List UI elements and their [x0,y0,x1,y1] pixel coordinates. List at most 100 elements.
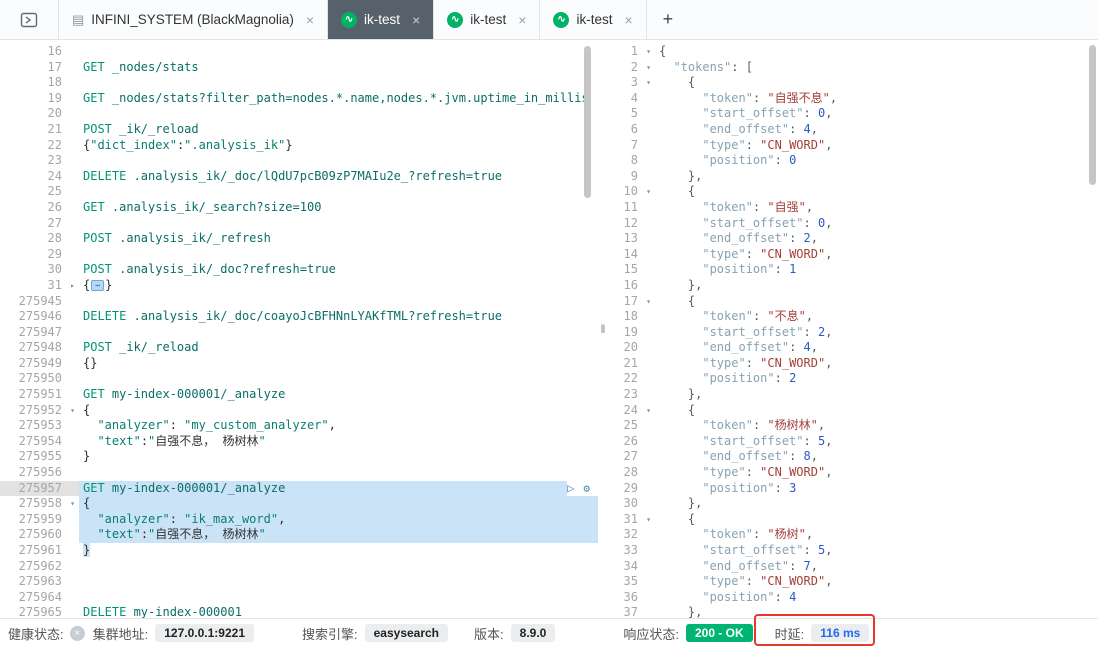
response-code-line[interactable]: 2▾ "tokens": [ [608,60,1098,76]
response-code-line[interactable]: 30 }, [608,496,1098,512]
response-code-line[interactable]: 3▾ { [608,75,1098,91]
fold-toggle-icon[interactable]: ▾ [642,60,655,76]
collapsed-block-icon[interactable]: ⋯ [91,280,104,291]
request-tools-icon[interactable]: ⚙ [583,481,590,497]
request-code-line[interactable]: 31▸{⋯} [0,278,598,294]
fold-toggle-icon[interactable]: ▾ [66,496,79,512]
response-code-line[interactable]: 37 }, [608,605,1098,618]
response-code-line[interactable]: 10▾ { [608,184,1098,200]
tab-ik-test-1[interactable]: ∿ ik-test × [328,0,434,39]
request-code-line[interactable]: 275945 [0,294,598,310]
request-code-line[interactable]: 29 [0,247,598,263]
request-code-line[interactable]: 19GET _nodes/stats?filter_path=nodes.*.n… [0,91,598,107]
request-editor[interactable]: 1617GET _nodes/stats1819GET _nodes/stats… [0,40,598,618]
response-code-line[interactable]: 20 "end_offset": 4, [608,340,1098,356]
response-code-line[interactable]: 25 "token": "杨树林", [608,418,1098,434]
panel-resize-handle[interactable]: ‖ [598,40,608,618]
fold-toggle-icon[interactable]: ▾ [66,403,79,419]
response-code-line[interactable]: 21 "type": "CN_WORD", [608,356,1098,372]
response-code-line[interactable]: 32 "token": "杨树", [608,527,1098,543]
panel-toggle-icon[interactable] [0,0,58,39]
fold-toggle-icon[interactable]: ▸ [66,278,79,294]
close-icon[interactable]: × [624,12,632,28]
response-code-line[interactable]: 14 "type": "CN_WORD", [608,247,1098,263]
request-code-line[interactable]: 275957GET my-index-000001/_analyze▷⚙ [0,481,598,497]
editor-scrollbar[interactable] [584,46,591,198]
request-code-line[interactable]: 275964 [0,590,598,606]
request-code-line[interactable]: 275961} [0,543,598,559]
request-code-line[interactable]: 26GET .analysis_ik/_search?size=100 [0,200,598,216]
close-icon[interactable]: × [412,12,420,28]
tab-ik-test-2[interactable]: ∿ ik-test × [434,0,540,39]
response-scrollbar[interactable] [1089,45,1096,185]
response-code-line[interactable]: 35 "type": "CN_WORD", [608,574,1098,590]
request-code-line[interactable]: 20 [0,106,598,122]
response-code-line[interactable]: 33 "start_offset": 5, [608,543,1098,559]
response-code-line[interactable]: 17▾ { [608,294,1098,310]
request-code-line[interactable]: 275963 [0,574,598,590]
response-code-line[interactable]: 36 "position": 4 [608,590,1098,606]
fold-toggle-icon[interactable]: ▾ [642,44,655,60]
response-code-line[interactable]: 29 "position": 3 [608,481,1098,497]
request-code-line[interactable]: 275953 "analyzer": "my_custom_analyzer", [0,418,598,434]
request-code-line[interactable]: 25 [0,184,598,200]
request-code-line[interactable]: 275951GET my-index-000001/_analyze [0,387,598,403]
new-tab-button[interactable]: + [647,0,690,39]
request-code-line[interactable]: 275955} [0,449,598,465]
request-code-line[interactable]: 275952▾{ [0,403,598,419]
fold-toggle-icon[interactable]: ▾ [642,184,655,200]
response-panel[interactable]: 1▾{2▾ "tokens": [3▾ {4 "token": "自强不息",5… [608,40,1098,618]
request-code-line[interactable]: 28POST .analysis_ik/_refresh [0,231,598,247]
request-code-line[interactable]: 23 [0,153,598,169]
response-code-line[interactable]: 34 "end_offset": 7, [608,559,1098,575]
response-code-line[interactable]: 11 "token": "自强", [608,200,1098,216]
request-code-line[interactable]: 21POST _ik/_reload [0,122,598,138]
request-code-line[interactable]: 275946DELETE .analysis_ik/_doc/coayoJcBF… [0,309,598,325]
request-code-line[interactable]: 275948POST _ik/_reload [0,340,598,356]
response-code-line[interactable]: 28 "type": "CN_WORD", [608,465,1098,481]
response-code-line[interactable]: 31▾ { [608,512,1098,528]
response-code-line[interactable]: 8 "position": 0 [608,153,1098,169]
response-code-line[interactable]: 18 "token": "不息", [608,309,1098,325]
fold-toggle-icon[interactable]: ▾ [642,294,655,310]
request-code-line[interactable]: 275950 [0,371,598,387]
request-code-line[interactable]: 18 [0,75,598,91]
request-code-line[interactable]: 275959 "analyzer": "ik_max_word", [0,512,598,528]
response-code-line[interactable]: 26 "start_offset": 5, [608,434,1098,450]
request-code-line[interactable]: 16 [0,44,598,60]
response-code-line[interactable]: 19 "start_offset": 2, [608,325,1098,341]
response-code-line[interactable]: 4 "token": "自强不息", [608,91,1098,107]
request-code-line[interactable]: 17GET _nodes/stats [0,60,598,76]
response-code-line[interactable]: 13 "end_offset": 2, [608,231,1098,247]
request-code-line[interactable]: 275962 [0,559,598,575]
request-code-line[interactable]: 27 [0,216,598,232]
tab-infini-system[interactable]: ▤ INFINI_SYSTEM (BlackMagnolia) × [58,0,328,39]
response-code-line[interactable]: 27 "end_offset": 8, [608,449,1098,465]
request-code-line[interactable]: 275965DELETE my-index-000001 [0,605,598,618]
request-code-line[interactable]: 275960 "text":"自强不息， 杨树林" [0,527,598,543]
fold-toggle-icon[interactable]: ▾ [642,75,655,91]
close-icon[interactable]: × [518,12,526,28]
response-code-line[interactable]: 12 "start_offset": 0, [608,216,1098,232]
request-code-line[interactable]: 275949{} [0,356,598,372]
response-code-line[interactable]: 16 }, [608,278,1098,294]
fold-toggle-icon[interactable]: ▾ [642,512,655,528]
response-code-line[interactable]: 15 "position": 1 [608,262,1098,278]
response-code-line[interactable]: 5 "start_offset": 0, [608,106,1098,122]
response-code-line[interactable]: 7 "type": "CN_WORD", [608,138,1098,154]
request-code-line[interactable]: 275947 [0,325,598,341]
request-code-line[interactable]: 30POST .analysis_ik/_doc?refresh=true [0,262,598,278]
close-icon[interactable]: × [306,12,314,28]
request-code-line[interactable]: 24DELETE .analysis_ik/_doc/lQdU7pcB09zP7… [0,169,598,185]
response-code-line[interactable]: 22 "position": 2 [608,371,1098,387]
response-code-line[interactable]: 9 }, [608,169,1098,185]
fold-toggle-icon[interactable]: ▾ [642,403,655,419]
request-code-line[interactable]: 275958▾{ [0,496,598,512]
run-request-icon[interactable]: ▷ [567,481,574,497]
response-code-line[interactable]: 6 "end_offset": 4, [608,122,1098,138]
response-code-line[interactable]: 1▾{ [608,44,1098,60]
response-code-line[interactable]: 24▾ { [608,403,1098,419]
request-code-line[interactable]: 22{"dict_index":".analysis_ik"} [0,138,598,154]
tab-ik-test-3[interactable]: ∿ ik-test × [540,0,646,39]
request-code-line[interactable]: 275954 "text":"自强不息， 杨树林" [0,434,598,450]
